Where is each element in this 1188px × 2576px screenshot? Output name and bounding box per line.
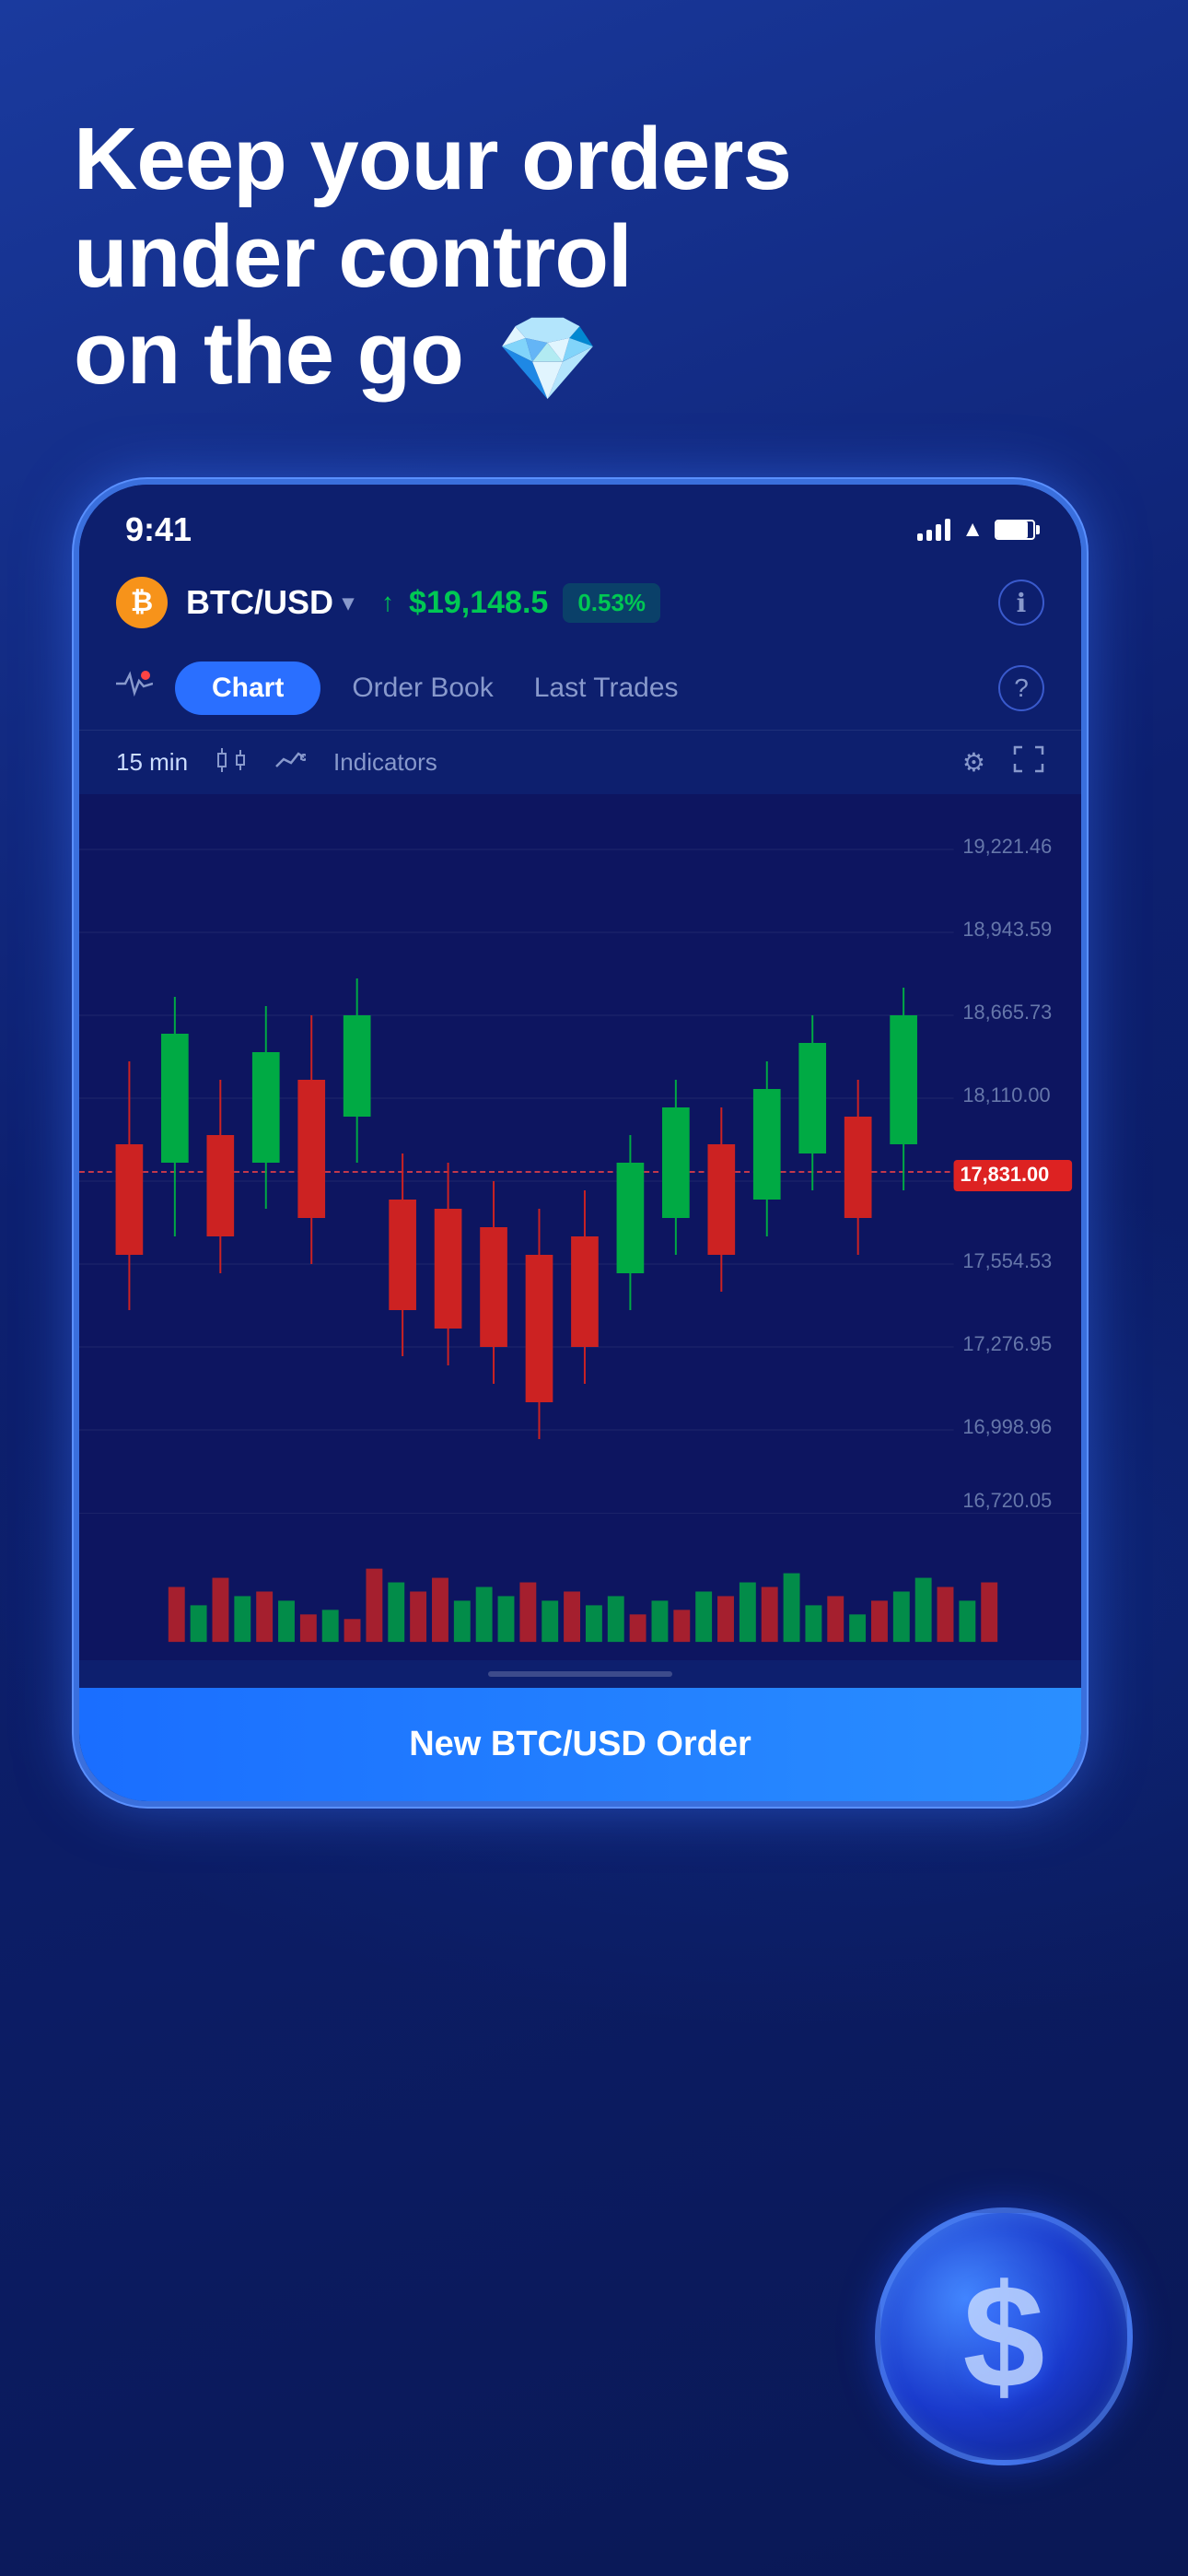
current-price: $19,148.5 bbox=[409, 585, 548, 621]
tab-last-trades[interactable]: Last Trades bbox=[525, 662, 688, 715]
status-time: 9:41 bbox=[125, 510, 192, 549]
indicators-button[interactable]: Indicators bbox=[333, 748, 437, 777]
tab-chart[interactable]: Chart bbox=[175, 662, 320, 715]
phone-container: 9:41 ▲ ₿ BTC/USD ▾ ↑ $19,148.5 0.53% bbox=[74, 479, 1114, 1807]
dollar-coin-decoration: $ bbox=[875, 2207, 1170, 2502]
activity-icon bbox=[116, 670, 153, 707]
wifi-icon: ▲ bbox=[961, 517, 984, 543]
price-direction-icon: ↑ bbox=[381, 588, 394, 617]
chart-toolbar: 15 min Indicators bbox=[79, 731, 1081, 794]
hero-line2: under control bbox=[74, 207, 632, 306]
scroll-bar bbox=[488, 1671, 672, 1677]
svg-text:16,720.05: 16,720.05 bbox=[962, 1489, 1052, 1512]
hero-line1: Keep your orders bbox=[74, 110, 791, 208]
candlestick-chart[interactable]: 19,221.46 18,943.59 18,665.73 18,110.00 … bbox=[79, 794, 1081, 1513]
svg-text:16,998.96: 16,998.96 bbox=[962, 1415, 1052, 1438]
expand-icon[interactable] bbox=[1013, 745, 1044, 779]
battery-icon bbox=[995, 520, 1035, 540]
new-order-button[interactable]: New BTC/USD Order bbox=[79, 1688, 1081, 1801]
chevron-down-icon: ▾ bbox=[343, 590, 354, 616]
status-icons: ▲ bbox=[917, 517, 1035, 543]
svg-text:17,554.53: 17,554.53 bbox=[962, 1249, 1052, 1272]
svg-text:17,831.00: 17,831.00 bbox=[960, 1163, 1049, 1186]
coin-circle: $ bbox=[875, 2207, 1133, 2465]
tab-order-book[interactable]: Order Book bbox=[343, 662, 502, 715]
info-button[interactable]: ℹ bbox=[998, 580, 1044, 626]
indicators-label: Indicators bbox=[333, 748, 437, 777]
volume-chart bbox=[79, 1513, 1081, 1660]
dollar-symbol: $ bbox=[963, 2252, 1045, 2421]
trading-header: ₿ BTC/USD ▾ ↑ $19,148.5 0.53% ℹ bbox=[79, 558, 1081, 647]
signal-icon bbox=[917, 519, 950, 541]
help-button[interactable]: ? bbox=[998, 665, 1044, 711]
settings-icon[interactable]: ⚙ bbox=[962, 747, 985, 778]
status-bar: 9:41 ▲ bbox=[79, 485, 1081, 558]
svg-text:18,943.59: 18,943.59 bbox=[962, 918, 1052, 941]
price-change-badge: 0.53% bbox=[563, 583, 660, 623]
gem-icon: 💎 bbox=[496, 314, 599, 405]
candle-type-icon[interactable] bbox=[215, 746, 247, 779]
price-info: ↑ $19,148.5 0.53% bbox=[381, 583, 660, 623]
line-chart-icon[interactable] bbox=[274, 746, 306, 779]
hero-line3: on the go bbox=[74, 304, 463, 403]
svg-text:18,110.00: 18,110.00 bbox=[962, 1083, 1050, 1107]
btc-logo: ₿ bbox=[116, 577, 168, 628]
scroll-indicator bbox=[79, 1660, 1081, 1688]
svg-text:18,665.73: 18,665.73 bbox=[962, 1001, 1052, 1024]
tab-bar: Chart Order Book Last Trades ? bbox=[79, 647, 1081, 731]
trading-pair[interactable]: BTC/USD ▾ bbox=[186, 583, 354, 622]
svg-text:17,276.95: 17,276.95 bbox=[962, 1332, 1052, 1355]
svg-text:19,221.46: 19,221.46 bbox=[962, 835, 1052, 858]
timeframe-selector[interactable]: 15 min bbox=[116, 748, 188, 777]
hero-section: Keep your orders under control on the go… bbox=[74, 111, 791, 405]
phone-mockup: 9:41 ▲ ₿ BTC/USD ▾ ↑ $19,148.5 0.53% bbox=[74, 479, 1087, 1807]
pair-label: BTC/USD bbox=[186, 583, 333, 622]
